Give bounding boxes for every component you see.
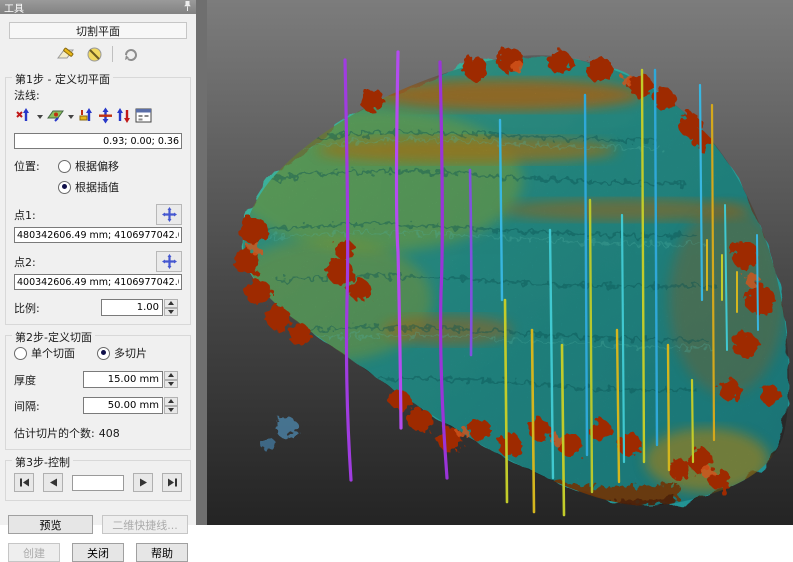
invert-direction-icon[interactable] — [116, 107, 132, 127]
first-slice-button[interactable] — [14, 473, 34, 492]
step1-group: 第1步 - 定义切平面 法线: — [5, 77, 191, 325]
point1-pick-button[interactable] — [156, 204, 182, 225]
radio-multi-slices[interactable]: 多切片 — [97, 345, 147, 361]
position-label: 位置: — [14, 158, 58, 174]
cutting-plane-header-label: 切割平面 — [76, 23, 120, 39]
step3-group: 第3步-控制 — [5, 460, 191, 501]
application-window: 工具 切割平面 第1步 - 定义切平面 法线: — [0, 0, 793, 525]
thickness-up-icon[interactable] — [164, 371, 178, 380]
radio-single-section[interactable]: 单个切面 — [14, 345, 75, 361]
radio-by-interpolation-circle[interactable] — [58, 181, 71, 194]
normal-vector-field[interactable] — [14, 133, 182, 149]
spacing-down-icon[interactable] — [164, 406, 178, 415]
pin-icon[interactable] — [183, 0, 192, 15]
point1-label: 点1: — [14, 207, 36, 223]
toolbar-separator — [112, 46, 113, 62]
estimate-label: 估计切片的个数: — [14, 425, 95, 441]
scale-label: 比例: — [14, 300, 40, 316]
edit-plane-icon[interactable] — [54, 44, 76, 64]
normal-label: 法线: — [14, 87, 182, 103]
radio-single-section-label: 单个切面 — [31, 345, 75, 361]
thickness-field[interactable] — [83, 371, 163, 388]
point2-pick-button[interactable] — [156, 251, 182, 272]
toggle-plane-icon[interactable] — [83, 44, 105, 64]
previous-slice-button[interactable] — [43, 473, 63, 492]
radio-by-offset[interactable]: 根据偏移 — [58, 158, 119, 174]
spacing-field[interactable] — [83, 397, 163, 414]
point-cloud-render — [207, 0, 793, 525]
estimate-value: 408 — [99, 427, 120, 440]
next-slice-button[interactable] — [133, 473, 153, 492]
radio-multi-slices-label: 多切片 — [114, 345, 147, 361]
point2-label: 点2: — [14, 254, 36, 270]
radio-by-offset-circle[interactable] — [58, 160, 71, 173]
close-button[interactable]: 关闭 — [72, 543, 124, 562]
thickness-down-icon[interactable] — [164, 380, 178, 389]
step2-legend: 第2步-定义切面 — [12, 329, 95, 345]
radio-multi-slices-circle[interactable] — [97, 347, 110, 360]
step2-group: 第2步-定义切面 单个切面 多切片 厚度 间隔: — [5, 335, 191, 450]
create-button[interactable]: 创建 — [8, 543, 60, 562]
scale-field[interactable] — [101, 299, 163, 316]
cutting-plane-header: 切割平面 — [9, 22, 187, 39]
spacing-spinner — [83, 397, 178, 414]
last-slice-button[interactable] — [162, 473, 182, 492]
dropdown-caret-icon[interactable] — [68, 115, 74, 119]
slice-navigation — [14, 473, 182, 492]
radio-by-offset-label: 根据偏移 — [75, 158, 119, 174]
tools-panel: 工具 切割平面 第1步 - 定义切平面 法线: — [0, 0, 196, 525]
panel-toolbar — [0, 41, 196, 67]
align-normal-icon[interactable] — [78, 107, 95, 127]
flip-normal-icon[interactable] — [98, 107, 113, 127]
radio-by-interpolation-label: 根据插值 — [75, 179, 119, 195]
panel-viewport-divider — [196, 0, 207, 525]
point2-field[interactable] — [14, 274, 182, 290]
scale-up-icon[interactable] — [164, 299, 178, 308]
dropdown-caret-icon[interactable] — [37, 115, 43, 119]
radio-single-section-circle[interactable] — [14, 347, 27, 360]
thickness-label: 厚度 — [14, 372, 36, 388]
scale-spinner — [101, 299, 178, 316]
spacing-up-icon[interactable] — [164, 397, 178, 406]
normal-icon-row — [16, 107, 182, 127]
step3-legend: 第3步-控制 — [12, 454, 73, 470]
step1-legend: 第1步 - 定义切平面 — [12, 71, 113, 87]
panel-title: 工具 — [4, 0, 24, 15]
panel-titlebar: 工具 — [0, 0, 196, 14]
radio-by-interpolation[interactable]: 根据插值 — [58, 179, 119, 195]
dialog-settings-icon[interactable] — [135, 108, 152, 126]
spacing-label: 间隔: — [14, 398, 40, 414]
slice-index-field[interactable] — [72, 475, 124, 491]
help-button[interactable]: 帮助 — [136, 543, 188, 562]
options-icon[interactable] — [120, 44, 142, 64]
plane-normal-icon[interactable] — [47, 108, 64, 126]
scale-down-icon[interactable] — [164, 308, 178, 317]
viewport-3d[interactable] — [207, 0, 793, 525]
point1-field[interactable] — [14, 227, 182, 243]
thickness-spinner — [83, 371, 178, 388]
pick-axis-icon[interactable] — [16, 107, 33, 127]
